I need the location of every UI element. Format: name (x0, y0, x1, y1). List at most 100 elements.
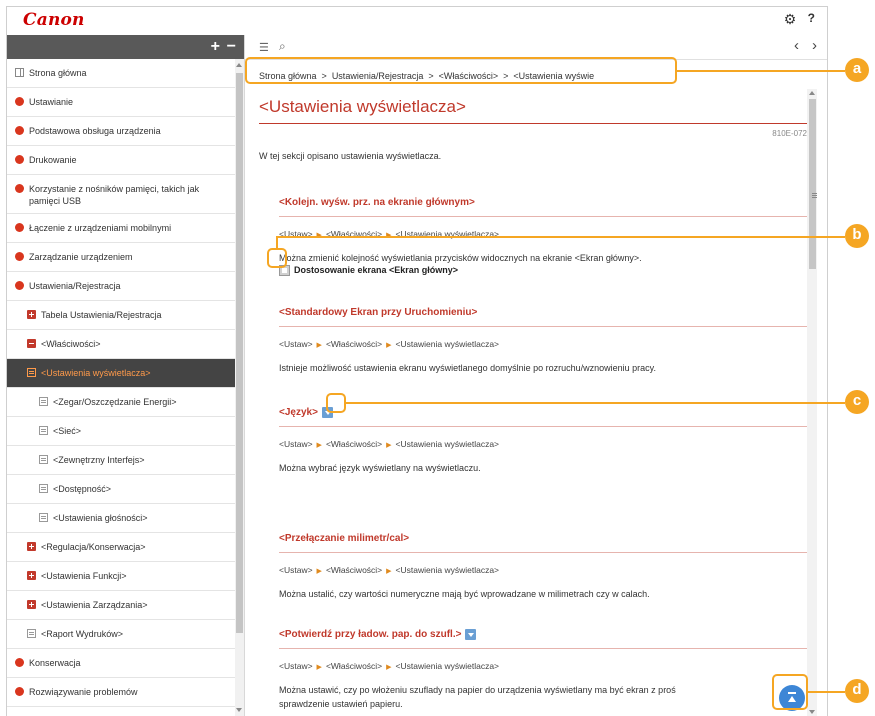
menu-path: <Ustaw>▶<Właściwości>▶<Ustawienia wyświe… (279, 339, 815, 349)
callout-a-box (245, 57, 677, 84)
sidebar-item-display-settings[interactable]: <Ustawienia wyświetlacza> (7, 359, 235, 388)
collapse-minus-icon[interactable] (27, 339, 36, 348)
section-text: Można wybrać język wyświetlany na wyświe… (279, 463, 481, 473)
sidebar-item-label: Konserwacja (29, 658, 81, 668)
section-text: Istnieje możliwość ustawienia ekranu wyś… (279, 363, 657, 373)
collapse-all-button[interactable]: − (227, 37, 236, 57)
title-divider (259, 123, 817, 124)
sidebar-item-management-settings[interactable]: <Ustawienia Zarządzania> (7, 591, 235, 620)
sidebar-item-label: <Regulacja/Konserwacja> (41, 542, 146, 552)
sidebar-item-settings-registration[interactable]: Ustawienia/Rejestracja (7, 272, 235, 301)
sidebar-scroll-thumb[interactable] (236, 73, 243, 633)
expand-plus-icon[interactable] (27, 310, 36, 319)
sidebar-item-troubleshooting[interactable]: Rozwiązywanie problemów (7, 678, 235, 707)
sidebar-item-settings-table[interactable]: Tabela Ustawienia/Rejestracja (7, 301, 235, 330)
callout-b-connector (276, 236, 278, 248)
grip-icon (812, 193, 817, 194)
gear-icon[interactable]: ⚙ (783, 12, 797, 26)
sidebar-item-setup[interactable]: Ustawianie (7, 88, 235, 117)
sidebar-item-function-settings[interactable]: <Ustawienia Funkcji> (7, 562, 235, 591)
callout-c-line (346, 402, 845, 404)
bullet-icon (15, 97, 24, 106)
menu-path-item: <Właściwości> (325, 439, 383, 449)
book-icon (15, 68, 24, 77)
menu-path-item: <Ustawienia wyświetlacza> (395, 339, 500, 349)
menu-path-item: <Ustawienia wyświetlacza> (395, 661, 500, 671)
sidebar-item-label: Zarządzanie urządzeniem (29, 252, 133, 262)
menu-path-item: <Ustaw> (279, 661, 313, 671)
scroll-down-arrow-icon[interactable] (236, 708, 242, 712)
sidebar-item-label: Drukowanie (29, 155, 77, 165)
expand-icon[interactable] (465, 629, 477, 640)
sidebar-item-external-interface[interactable]: <Zewnętrzny Interfejs> (7, 446, 235, 475)
sidebar-item-label: <Sieć> (53, 426, 82, 436)
sidebar-item-print-report[interactable]: <Raport Wydruków> (7, 620, 235, 649)
sidebar-item-maintenance[interactable]: Konserwacja (7, 649, 235, 678)
sidebar-item-properties[interactable]: <Właściwości> (7, 330, 235, 359)
path-arrow-icon: ▶ (316, 342, 322, 349)
search-icon[interactable]: ⌕ (279, 39, 286, 54)
page-icon (39, 455, 48, 464)
section-text: Można ustawić, czy po włożeniu szuflady … (279, 683, 815, 711)
section-title: <Standardowy Ekran przy Uruchomieniu> (279, 307, 815, 327)
scroll-down-arrow-icon[interactable] (809, 710, 815, 714)
expand-plus-icon[interactable] (27, 542, 36, 551)
expand-plus-icon[interactable] (27, 571, 36, 580)
sidebar-scrollbar[interactable] (235, 59, 244, 716)
menu-path: <Ustaw>▶<Właściwości>▶<Ustawienia wyświe… (279, 439, 815, 449)
menu-path-item: <Ustaw> (279, 565, 313, 575)
menu-path: <Ustaw>▶<Właściwości>▶<Ustawienia wyświe… (279, 565, 815, 575)
menu-path: <Ustaw>▶<Właściwości>▶<Ustawienia wyświe… (279, 661, 815, 671)
sidebar-item-label: <Właściwości> (41, 339, 101, 349)
menu-path-item: <Ustawienia wyświetlacza> (395, 439, 500, 449)
section-title: <Potwierdź przy ładow. pap. do szufl.> (279, 629, 815, 649)
sidebar-item-home[interactable]: Strona główna (7, 59, 235, 88)
path-arrow-icon: ▶ (316, 442, 322, 449)
scroll-up-arrow-icon[interactable] (809, 91, 815, 95)
section-title: <Przełączanie milimetr/cal> (279, 533, 815, 553)
sidebar-item-label: <Ustawienia Zarządzania> (41, 600, 148, 610)
help-button[interactable]: ? (808, 11, 815, 25)
expand-plus-icon[interactable] (27, 600, 36, 609)
document-code: 810E-072 (772, 129, 807, 138)
expand-all-button[interactable]: + (211, 37, 220, 57)
section-paper-drawer-confirm: <Potwierdź przy ładow. pap. do szufl.> <… (279, 629, 815, 711)
sidebar-item-printing[interactable]: Drukowanie (7, 146, 235, 175)
page-icon (39, 484, 48, 493)
section-mm-inch: <Przełączanie milimetr/cal> <Ustaw> ▶ <Wła… (279, 533, 815, 601)
path-arrow-icon: ▶ (386, 442, 392, 449)
bullet-icon (15, 184, 24, 193)
sidebar-item-clock-energy[interactable]: <Zegar/Oszczędzanie Energii> (7, 388, 235, 417)
sidebar-item-label: Strona główna (29, 68, 87, 78)
sidebar-header: + − (7, 35, 244, 59)
next-page-button[interactable]: › (812, 37, 817, 54)
sidebar-item-mobile[interactable]: Łączenie z urządzeniami mobilnymi (7, 214, 235, 243)
callout-a-line (677, 70, 845, 72)
callout-d-box (772, 674, 808, 710)
contents-list-icon[interactable]: ☰ (259, 41, 269, 54)
related-link-label[interactable]: Dostosowanie ekrana <Ekran główny> (294, 265, 458, 275)
sidebar-item-basic-operation[interactable]: Podstawowa obsługa urządzenia (7, 117, 235, 146)
sidebar-nav: Strona główna Ustawianie Podstawowa obsł… (7, 59, 235, 716)
sidebar-item-network[interactable]: <Sieć> (7, 417, 235, 446)
sidebar-item-device-management[interactable]: Zarządzanie urządzeniem (7, 243, 235, 272)
sidebar-item-volume[interactable]: <Ustawienia głośności> (7, 504, 235, 533)
sidebar-item-label: <Ustawienia wyświetlacza> (41, 368, 151, 378)
path-arrow-icon: ▶ (316, 664, 322, 671)
sidebar-item-label: Tabela Ustawienia/Rejestracja (41, 310, 162, 320)
sidebar-item-adjustment[interactable]: <Regulacja/Konserwacja> (7, 533, 235, 562)
page-icon (27, 368, 36, 377)
callout-b-line (276, 236, 845, 238)
sidebar-item-accessibility[interactable]: <Dostępność> (7, 475, 235, 504)
related-link[interactable]: Dostosowanie ekrana <Ekran główny> (279, 265, 815, 277)
callout-b-badge: b (845, 224, 869, 248)
sidebar-item-usb-memory[interactable]: Korzystanie z nośników pamięci, takich j… (7, 175, 235, 214)
sidebar-item-label: <Raport Wydruków> (41, 629, 123, 639)
scroll-up-arrow-icon[interactable] (236, 63, 242, 67)
sidebar: + − Strona główna Ustawianie Podstawowa … (7, 35, 245, 716)
content-scroll-thumb[interactable] (809, 99, 817, 269)
page-icon (39, 397, 48, 406)
previous-page-button[interactable]: ‹ (794, 37, 799, 54)
section-title: <Kolejn. wyśw. prz. na ekranie głównym> (279, 197, 815, 217)
section-title-text: <Potwierdź przy ładow. pap. do szufl.> (279, 629, 462, 641)
